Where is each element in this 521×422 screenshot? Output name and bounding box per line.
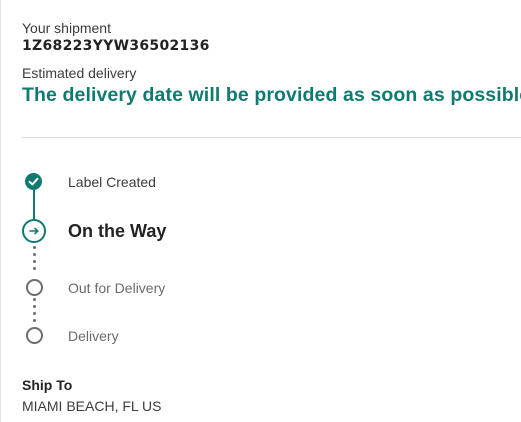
progress-line-pending	[32, 246, 36, 274]
arrow-right-icon	[22, 219, 46, 243]
progress-line-pending	[32, 298, 36, 326]
ship-to-label: Ship To	[22, 377, 73, 393]
ship-to-address: MIAMI BEACH, FL US	[22, 398, 162, 414]
step-label-created: Label Created	[68, 174, 156, 190]
step-on-the-way: On the Way	[68, 221, 167, 241]
empty-circle-icon	[26, 327, 43, 344]
progress-line-completed	[33, 190, 35, 219]
empty-circle-icon	[26, 279, 43, 296]
step-delivery: Delivery	[68, 328, 119, 344]
step-out-for-delivery: Out for Delivery	[68, 280, 166, 296]
check-icon	[25, 173, 42, 190]
progress-timeline: Label Created On the Way Out for Deliver…	[0, 0, 521, 422]
